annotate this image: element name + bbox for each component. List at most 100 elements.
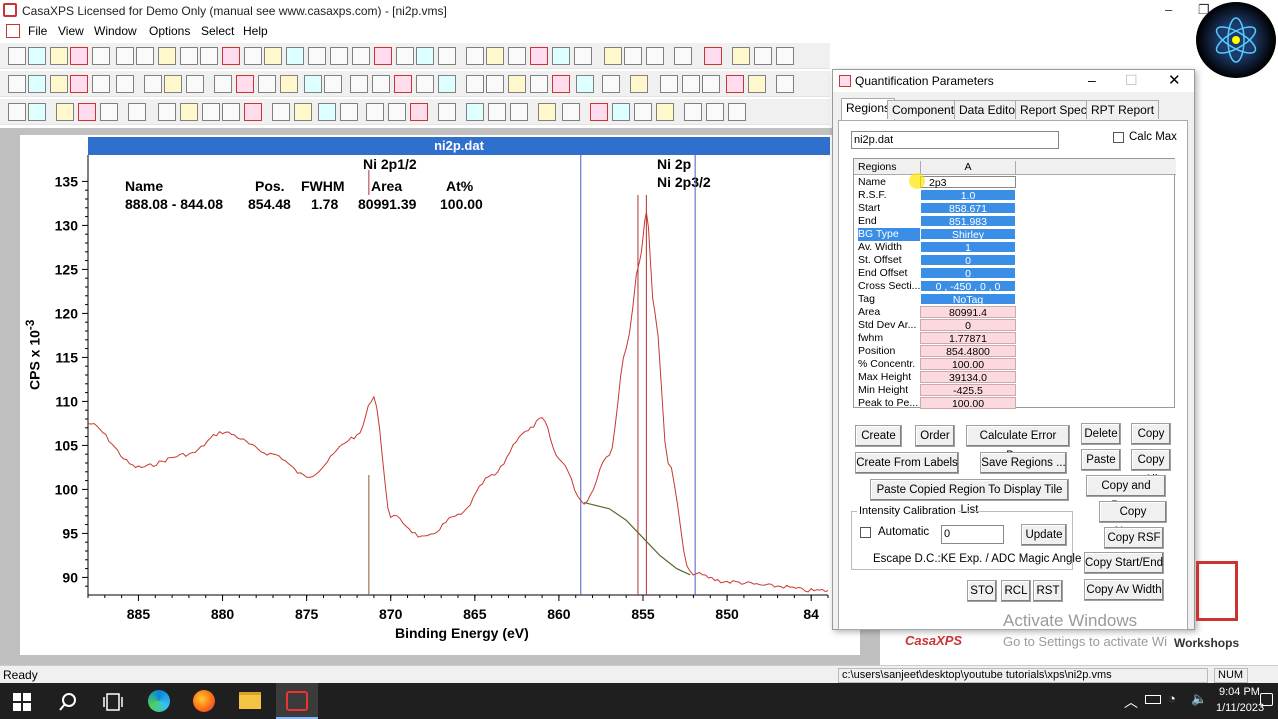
grid-row-value[interactable]: 1 xyxy=(920,241,1016,254)
grid-row[interactable]: % Concentr. 100.00 xyxy=(854,358,1176,371)
toolbar-button-icon[interactable] xyxy=(630,75,648,93)
menu-window[interactable]: Window xyxy=(94,24,137,38)
grid-row-value[interactable]: 100.00 xyxy=(920,397,1016,410)
toolbar-button-icon[interactable] xyxy=(604,47,622,65)
toolbar-button-icon[interactable] xyxy=(488,103,506,121)
grid-row-value[interactable]: 0 xyxy=(920,267,1016,280)
toolbar-button-icon[interactable] xyxy=(92,47,110,65)
create-from-labels-button[interactable]: Create From Labels xyxy=(855,452,959,474)
toolbar-button-icon[interactable] xyxy=(330,47,348,65)
grid-row[interactable]: Max Height 39134.0 xyxy=(854,371,1176,384)
delete-button[interactable]: Delete xyxy=(1081,423,1121,445)
grid-row-value[interactable]: 0 xyxy=(920,254,1016,267)
toolbar-button-icon[interactable] xyxy=(186,75,204,93)
toolbar-button-icon[interactable] xyxy=(116,75,134,93)
toolbar-button-icon[interactable] xyxy=(350,75,368,93)
save-regions-button[interactable]: Save Regions ... xyxy=(980,452,1067,474)
menu-select[interactable]: Select xyxy=(201,24,234,38)
copy-all-button[interactable]: Copy All xyxy=(1131,449,1171,486)
toolbar-button-icon[interactable] xyxy=(590,103,608,121)
grid-row-value[interactable]: 851.983 xyxy=(920,215,1016,228)
toolbar-button-icon[interactable] xyxy=(200,47,218,65)
copy-names-button[interactable]: Copy Names xyxy=(1099,501,1167,538)
toolbar-button-icon[interactable] xyxy=(612,103,630,121)
toolbar-button-icon[interactable] xyxy=(294,103,312,121)
toolbar-button-icon[interactable] xyxy=(202,103,220,121)
toolbar-button-icon[interactable] xyxy=(158,103,176,121)
grid-row[interactable]: Cross Secti... 0 , -450 , 0 , 0 xyxy=(854,280,1176,293)
toolbar-button-icon[interactable] xyxy=(438,103,456,121)
grid-row[interactable]: Name 2p3 xyxy=(854,176,1176,189)
grid-row[interactable]: Std Dev Ar... 0 xyxy=(854,319,1176,332)
toolbar-button-icon[interactable] xyxy=(486,75,504,93)
menu-view[interactable]: View xyxy=(58,24,84,38)
toolbar-button-icon[interactable] xyxy=(180,103,198,121)
toolbar-button-icon[interactable] xyxy=(552,47,570,65)
battery-icon[interactable] xyxy=(1145,695,1161,704)
toolbar-button-icon[interactable] xyxy=(308,47,326,65)
edge-icon[interactable] xyxy=(148,690,170,712)
grid-row-value[interactable]: 80991.4 xyxy=(920,306,1016,319)
toolbar-button-icon[interactable] xyxy=(304,75,322,93)
filename-field[interactable]: ni2p.dat xyxy=(851,131,1059,149)
toolbar-button-icon[interactable] xyxy=(158,47,176,65)
windows-start-icon[interactable] xyxy=(13,693,31,711)
toolbar-button-icon[interactable] xyxy=(8,75,26,93)
toolbar-button-icon[interactable] xyxy=(438,75,456,93)
toolbar-button-icon[interactable] xyxy=(396,47,414,65)
grid-row-value[interactable]: -425.5 xyxy=(920,384,1016,397)
notification-icon[interactable] xyxy=(1260,693,1273,706)
toolbar-button-icon[interactable] xyxy=(340,103,358,121)
toolbar-button-icon[interactable] xyxy=(100,103,118,121)
toolbar-button-icon[interactable] xyxy=(222,103,240,121)
toolbar-button-icon[interactable] xyxy=(28,103,46,121)
toolbar-button-icon[interactable] xyxy=(280,75,298,93)
grid-row-value[interactable]: Shirley xyxy=(920,228,1016,241)
toolbar-button-icon[interactable] xyxy=(704,47,722,65)
copy-button[interactable]: Copy xyxy=(1131,423,1171,445)
toolbar-button-icon[interactable] xyxy=(264,47,282,65)
toolbar-button-icon[interactable] xyxy=(508,47,526,65)
toolbar-button-icon[interactable] xyxy=(8,103,26,121)
intensity-value-field[interactable]: 0 xyxy=(941,525,1004,544)
calc-max-checkbox[interactable] xyxy=(1113,132,1124,143)
grid-row-value[interactable]: 1.0 xyxy=(920,189,1016,202)
toolbar-button-icon[interactable] xyxy=(552,75,570,93)
toolbar-button-icon[interactable] xyxy=(466,47,484,65)
toolbar-button-icon[interactable] xyxy=(394,75,412,93)
toolbar-button-icon[interactable] xyxy=(510,103,528,121)
menu-help[interactable]: Help xyxy=(243,24,268,38)
toolbar-button-icon[interactable] xyxy=(624,47,642,65)
toolbar-button-icon[interactable] xyxy=(318,103,336,121)
toolbar-button-icon[interactable] xyxy=(660,75,678,93)
grid-row[interactable]: Start 858.671 xyxy=(854,202,1176,215)
toolbar-button-icon[interactable] xyxy=(416,75,434,93)
grid-row[interactable]: Tag NoTag xyxy=(854,293,1176,306)
toolbar-button-icon[interactable] xyxy=(726,75,744,93)
grid-row[interactable]: End Offset 0 xyxy=(854,267,1176,280)
grid-row[interactable]: BG Type Shirley xyxy=(854,228,1176,241)
toolbar-button-icon[interactable] xyxy=(508,75,526,93)
toolbar-button-icon[interactable] xyxy=(748,75,766,93)
sto-button[interactable]: STO xyxy=(967,580,997,602)
toolbar-button-icon[interactable] xyxy=(50,75,68,93)
search-icon[interactable] xyxy=(58,692,78,712)
dialog-minimize-icon[interactable]: – xyxy=(1088,72,1096,88)
toolbar-button-icon[interactable] xyxy=(634,103,652,121)
calculate-error-bars-button[interactable]: Calculate Error Bars xyxy=(966,425,1070,462)
firefox-icon[interactable] xyxy=(193,690,215,712)
xps-spectrum-chart[interactable]: 135 130 125 120 115 110 105 100 95 90 885 880 875 870… xyxy=(20,155,840,655)
task-view-icon[interactable] xyxy=(103,693,123,711)
rst-button[interactable]: RST xyxy=(1033,580,1063,602)
paste-button[interactable]: Paste xyxy=(1081,449,1121,471)
grid-row[interactable]: Position 854.4800 xyxy=(854,345,1176,358)
toolbar-button-icon[interactable] xyxy=(8,47,26,65)
toolbar-button-icon[interactable] xyxy=(728,103,746,121)
copy-rsf-button[interactable]: Copy RSF xyxy=(1104,527,1164,549)
toolbar-button-icon[interactable] xyxy=(164,75,182,93)
toolbar-button-icon[interactable] xyxy=(674,47,692,65)
toolbar-button-icon[interactable] xyxy=(56,103,74,121)
order-button[interactable]: Order xyxy=(915,425,955,447)
menu-options[interactable]: Options xyxy=(149,24,190,38)
toolbar-button-icon[interactable] xyxy=(576,75,594,93)
